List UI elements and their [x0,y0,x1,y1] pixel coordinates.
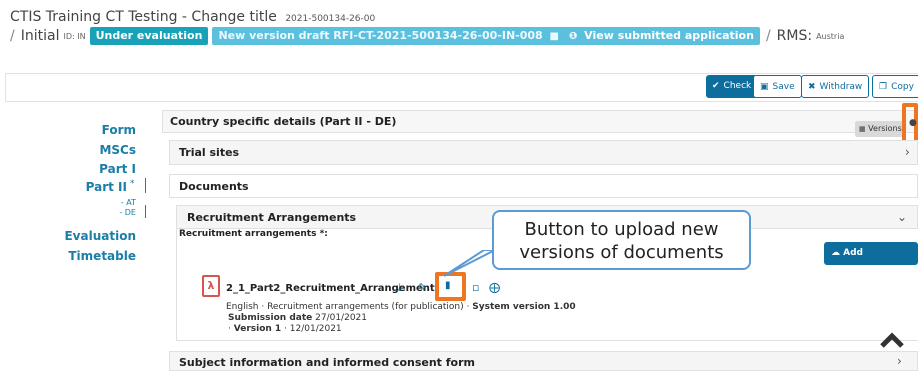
info-icon: ❶ [568,31,578,42]
add-circle-icon[interactable]: ⨁ [489,281,500,294]
version-bullet: · [228,324,231,334]
document-language-type: English · Recruitment arrangements (for … [226,302,473,312]
document-submission-date: 27/01/2021 [315,313,367,323]
document-version-line: · Version 1 · 12/01/2021 [228,324,342,334]
withdraw-button-label: Withdraw [819,82,863,92]
breadcrumb: / Initial ID: IN Under evaluation New ve… [10,27,848,45]
trial-sites-title: Trial sites [179,146,240,159]
chevron-right-icon[interactable]: › [905,145,910,159]
nav-part-i[interactable]: Part I [60,162,136,176]
trial-sites-panel[interactable] [169,140,918,165]
rms-label: RMS: [776,28,813,44]
callout-line-1: Button to upload new [524,219,719,240]
nav-evaluation[interactable]: Evaluation [60,229,136,243]
nav-part-ii-required: * [130,179,135,189]
breadcrumb-id: ID: IN [63,31,86,41]
add-document-button[interactable]: ☁ Add document [824,242,918,281]
nav-mscs[interactable]: MSCs [60,143,136,157]
scroll-top-button[interactable] [879,330,905,350]
delete-icon[interactable]: ▫ [472,281,479,294]
versions-icon: ▦ [859,125,866,133]
nav-part-ii-at[interactable]: - AT [60,198,136,207]
draft-badge-label: New version draft RFI-CT-2021-500134-26-… [218,29,543,42]
recruitment-title: Recruitment Arrangements [187,211,357,224]
withdraw-icon: ✖ [808,82,816,92]
country-details-title: Country specific details (Part II - DE) [170,115,397,128]
chevron-right-icon-2[interactable]: › [897,354,902,368]
document-system-version: System version 1.00 [472,302,576,312]
view-submitted-link[interactable]: View submitted application [584,29,754,42]
nav-timetable[interactable]: Timetable [60,249,136,263]
check-icon: ✔ [712,81,720,91]
nav-form[interactable]: Form [60,123,136,137]
nav-active-bar [145,178,146,193]
chevron-down-icon[interactable]: ⌄ [897,210,907,224]
trash-icon[interactable]: ■ [550,31,559,42]
download-icon[interactable]: ⤓ [397,281,402,295]
page-title-id: 2021-500134-26-00 [285,14,376,24]
nav-part-ii-de[interactable]: - DE [60,208,136,217]
new-version-file-icon[interactable]: ▮ [445,280,451,291]
breadcrumb-separator-2: / [765,28,771,44]
versions-label: Versions [868,124,902,133]
document-version-label: Version 1 [233,324,282,334]
rms-value: Austria [816,31,845,41]
document-meta-line: English · Recruitment arrangements (for … [226,302,576,312]
document-version-date: · 12/01/2021 [281,324,342,334]
save-button[interactable]: ▣ Save [753,75,802,98]
save-button-label: Save [772,82,795,92]
callout-line-2: versions of documents [519,242,724,263]
copy-button-label: Copy [891,82,914,92]
versions-button[interactable]: ▦ Versions [855,121,906,137]
document-submission-label: Submission date [228,313,313,323]
upload-icon: ☁ [831,248,840,258]
lock-icon[interactable]: ● [909,118,917,128]
nav-part-ii[interactable]: Part II [60,180,127,194]
breadcrumb-separator: / [10,28,15,44]
annotation-callout: Button to upload new versions of documen… [492,210,751,270]
copy-button[interactable]: ❐ Copy [872,75,918,98]
pdf-file-icon: λ [202,275,220,297]
check-button-label: Check [723,81,752,91]
edit-icon[interactable]: ✎ [418,281,427,294]
documents-title: Documents [179,180,249,193]
page-title-row: CTIS Training CT Testing - Change title … [10,9,375,25]
check-button[interactable]: ✔ Check [706,75,758,98]
withdraw-button[interactable]: ✖ Withdraw [801,75,870,98]
recruitment-field-label: Recruitment arrangements *: [179,229,328,239]
copy-icon: ❐ [879,82,888,92]
documents-header [169,174,918,198]
callout-pointer [443,250,496,277]
draft-badge: New version draft RFI-CT-2021-500134-26-… [212,27,760,45]
status-badge: Under evaluation [89,27,209,45]
document-name[interactable]: 2_1_Part2_Recruitment_Arrangement [226,283,435,294]
subject-info-title: Subject information and informed consent… [179,356,475,369]
chevron-up-icon [880,332,904,348]
page-title: CTIS Training CT Testing - Change title [10,9,277,25]
document-submission-line: Submission date 27/01/2021 [228,313,367,323]
breadcrumb-initial[interactable]: Initial [21,28,60,44]
nav-sub-active-bar [145,205,146,218]
save-icon: ▣ [760,82,769,92]
